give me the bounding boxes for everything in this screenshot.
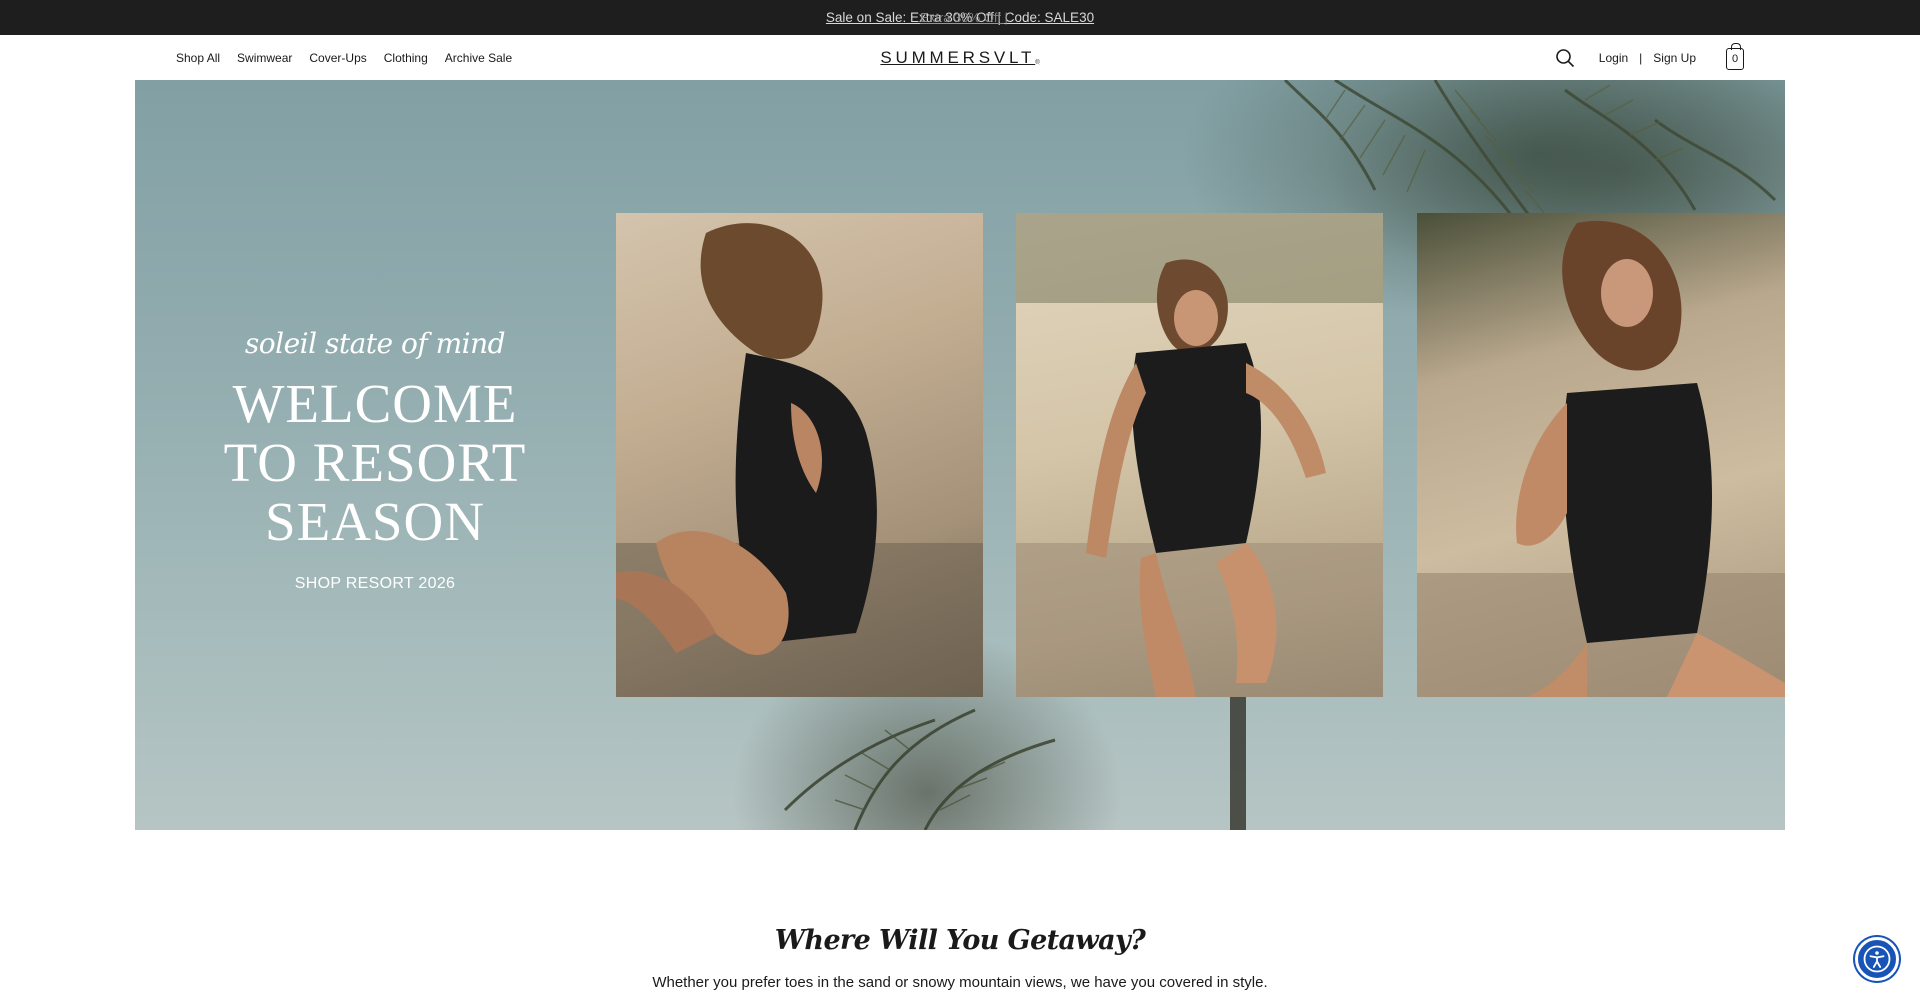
account-separator: | — [1639, 50, 1643, 65]
hero-headline: WELCOME TO RESORT SEASON — [224, 374, 527, 551]
nav-item-cover-ups[interactable]: Cover-Ups — [309, 51, 366, 65]
accessibility-icon — [1863, 945, 1891, 973]
hero-eyebrow: soleil state of mind — [244, 327, 506, 360]
hero-banner[interactable]: soleil state of mind WELCOME TO RESORT S… — [135, 80, 1785, 830]
site-header: Shop All Swimwear Cover-Ups Clothing Arc… — [0, 35, 1920, 80]
cart-count: 0 — [1731, 52, 1739, 65]
shop-resort-link[interactable]: SHOP RESORT 2026 — [295, 575, 455, 593]
brand-logo[interactable]: SUMMERSVLT® — [880, 48, 1039, 68]
model-figure-1-image — [616, 223, 983, 697]
section-subtitle: Whether you prefer toes in the sand or s… — [652, 974, 1268, 991]
palm-fronds-bottom-image — [783, 690, 1246, 830]
nav-item-clothing[interactable]: Clothing — [384, 51, 428, 65]
brand-logo-text: SUMMERSVLT — [880, 47, 1036, 67]
hero-photo-1[interactable] — [616, 213, 983, 697]
hero-photo-2[interactable] — [1016, 213, 1383, 697]
hero-headline-line-3: SEASON — [265, 491, 485, 552]
header-actions: Login | Sign Up 0 — [1555, 35, 1744, 80]
main-nav: Shop All Swimwear Cover-Ups Clothing Arc… — [176, 51, 512, 65]
signup-link[interactable]: Sign Up — [1653, 51, 1696, 65]
announcement-bar: Sale on Sale: Extra 30% Off | Code: SALE… — [0, 0, 1920, 35]
nav-item-swimwear[interactable]: Swimwear — [237, 51, 292, 65]
brand-logo-mark: ® — [1035, 59, 1040, 66]
search-icon[interactable] — [1555, 48, 1575, 68]
nav-item-shop-all[interactable]: Shop All — [176, 51, 220, 65]
nav-item-archive-sale[interactable]: Archive Sale — [445, 51, 512, 65]
model-figure-2-image — [1016, 213, 1383, 697]
hero-headline-line-2: TO RESORT — [223, 432, 527, 493]
shopping-bag-icon[interactable]: 0 — [1726, 42, 1744, 70]
announcement-ghost-text: Extra 30% Off | — [920, 10, 1008, 25]
hero-headline-line-1: WELCOME — [232, 373, 518, 434]
hero-text-block: soleil state of mind WELCOME TO RESORT S… — [135, 80, 615, 830]
hero-photo-3[interactable] — [1417, 213, 1785, 697]
model-figure-3-image — [1417, 220, 1785, 697]
account-links: Login | Sign Up — [1599, 51, 1696, 65]
getaway-section: Where Will You Getaway? Whether you pref… — [0, 925, 1920, 991]
login-link[interactable]: Login — [1599, 51, 1628, 65]
section-title: Where Will You Getaway? — [774, 925, 1146, 956]
accessibility-button[interactable] — [1855, 937, 1899, 981]
